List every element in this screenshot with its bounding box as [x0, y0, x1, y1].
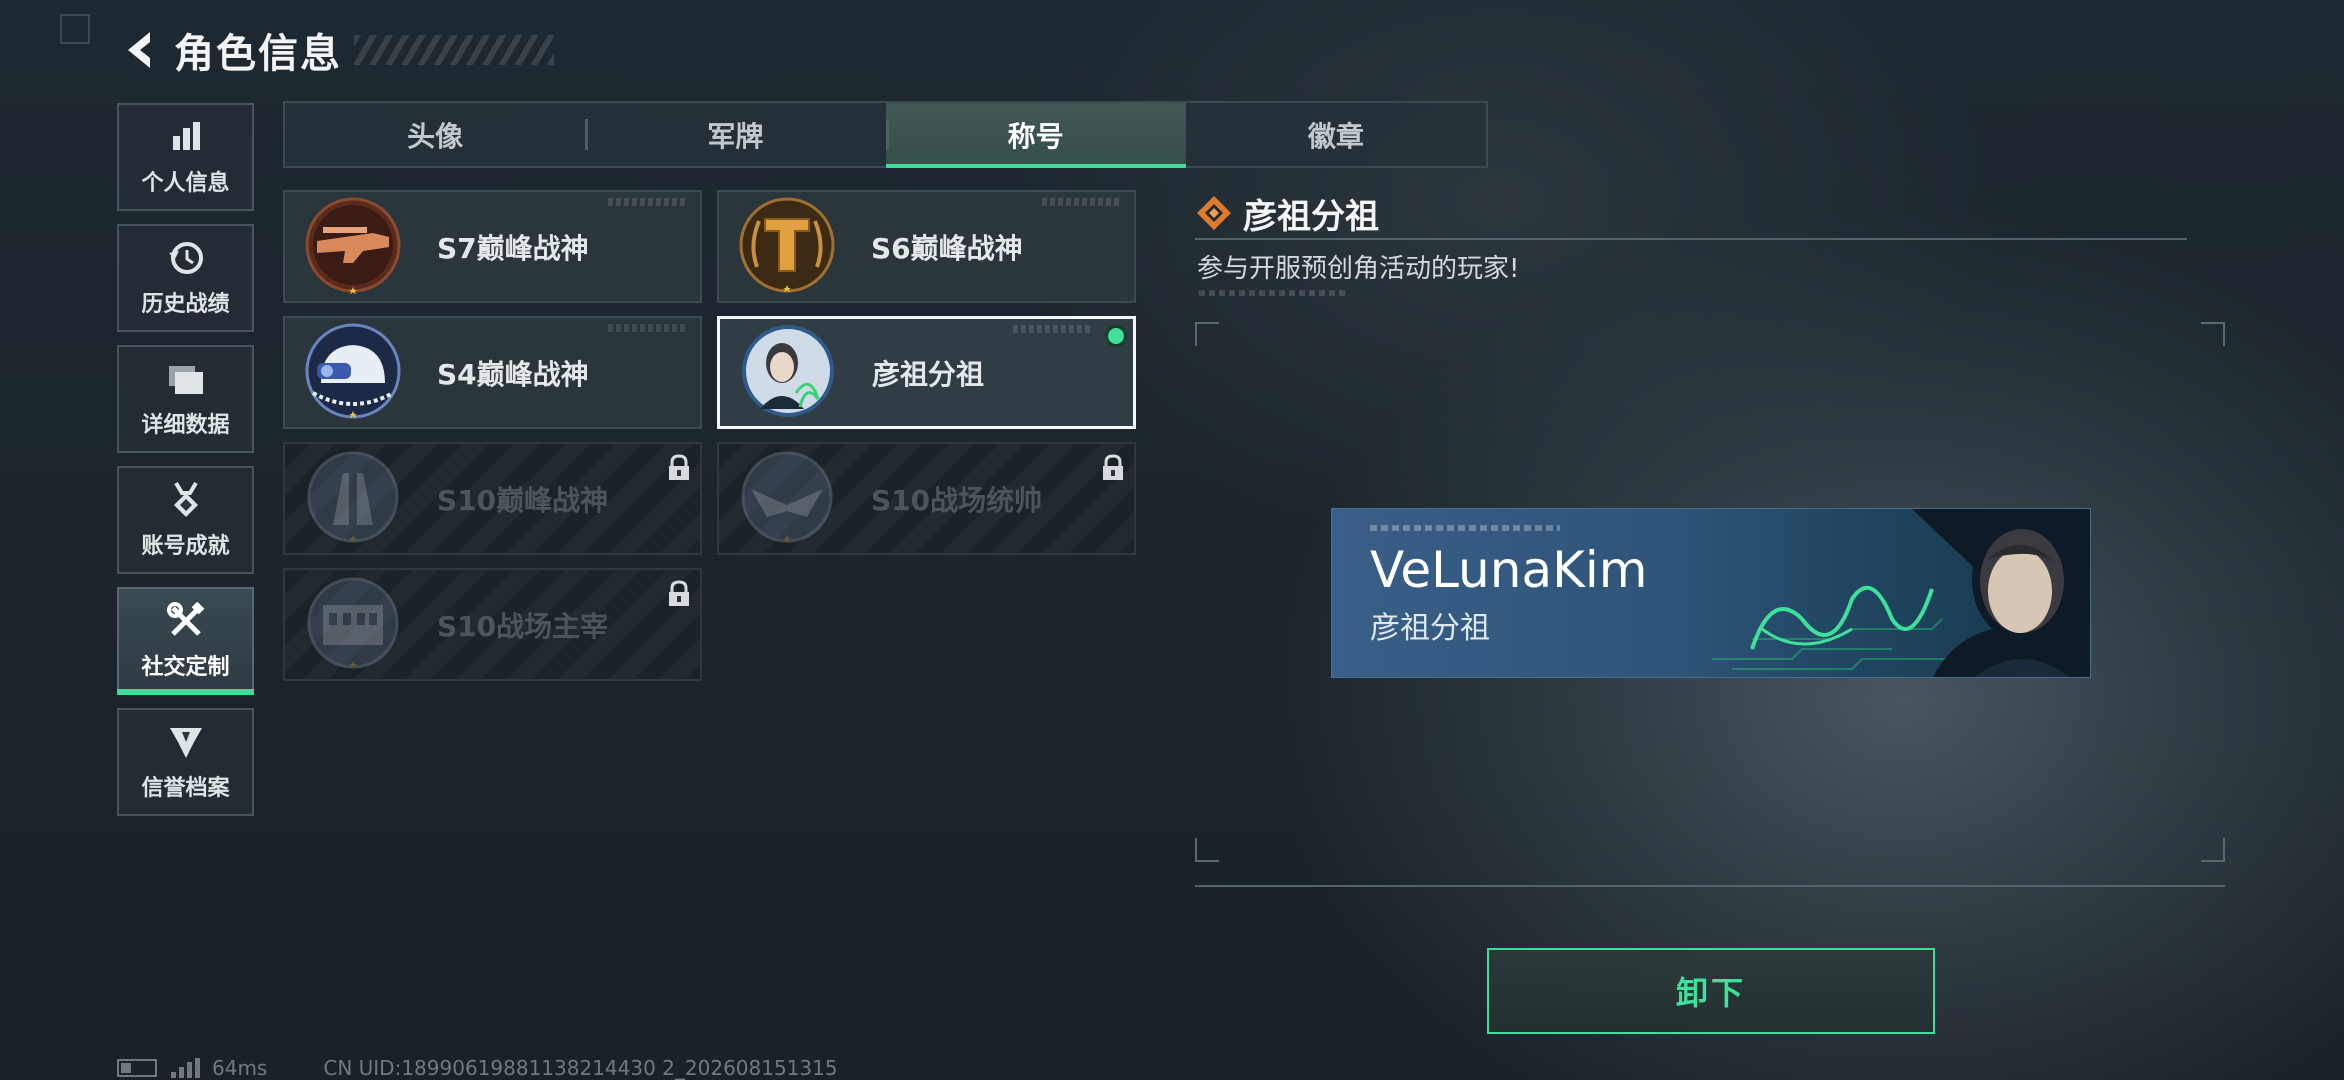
shield-emblem-icon	[166, 722, 206, 762]
title-card-name: S10战场主宰	[437, 609, 609, 643]
signal-icon	[171, 1058, 200, 1078]
title-card-name: S10战场统帅	[871, 483, 1043, 517]
unequip-button[interactable]: 卸下	[1487, 948, 1935, 1034]
sidebar-item-label: 社交定制	[141, 655, 230, 680]
lock-icon	[1103, 454, 1123, 480]
sidebar-item-label: 账号成就	[141, 534, 230, 559]
detail-panel: 彦祖分祖 参与开服预创角活动的玩家!	[1195, 190, 2225, 296]
detail-decoration	[1199, 290, 1349, 296]
gold-t-emblem-icon	[737, 197, 837, 297]
eagle-emblem-icon	[737, 449, 837, 549]
divider	[1195, 885, 2225, 887]
card-decoration	[608, 198, 688, 206]
corner-decoration	[60, 14, 90, 44]
title-card-name: 彦祖分祖	[872, 357, 985, 391]
title-card-name: S7巅峰战神	[437, 231, 589, 265]
sidebar-item-reputation[interactable]: 信誉档案	[117, 708, 254, 816]
title-decoration	[354, 35, 554, 65]
portrait-emblem-icon	[738, 323, 838, 423]
sidebar-item-detailed-data[interactable]: 详细数据	[117, 345, 254, 453]
helmet-emblem-icon	[303, 323, 403, 423]
history-clock-icon	[166, 238, 206, 278]
title-card[interactable]: S4巅峰战神	[283, 316, 702, 429]
tab-bar: 头像 军牌 称号 徽章	[283, 101, 1488, 168]
tab-badge[interactable]: 徽章	[1186, 103, 1486, 166]
back-button[interactable]	[116, 26, 164, 74]
title-card-name: S6巅峰战神	[871, 231, 1023, 265]
banner-title-text: 彦祖分祖	[1370, 611, 1490, 646]
ping-value: 64ms	[212, 1056, 268, 1080]
title-card-locked[interactable]: S10巅峰战神	[283, 442, 702, 555]
title-card-name: S4巅峰战神	[437, 357, 589, 391]
tab-dogtag[interactable]: 军牌	[585, 103, 885, 166]
title-card-locked[interactable]: S10战场主宰	[283, 568, 702, 681]
lock-icon	[669, 454, 689, 480]
sidebar-item-label: 个人信息	[141, 171, 230, 196]
folders-icon	[166, 359, 206, 399]
divider	[1195, 238, 2187, 240]
medal-icon	[166, 480, 206, 520]
bar-chart-icon	[166, 117, 206, 157]
title-card[interactable]: S7巅峰战神	[283, 190, 702, 303]
sidebar-item-achievements[interactable]: 账号成就	[117, 466, 254, 574]
tower-emblem-icon	[303, 449, 403, 549]
equipped-indicator	[1105, 325, 1127, 347]
status-bar: 64ms CN UID:18990619881138214430 2_20260…	[117, 1056, 838, 1080]
back-arrow-icon	[128, 32, 150, 68]
card-decoration	[1013, 325, 1093, 333]
title-card-locked[interactable]: S10战场统帅	[717, 442, 1136, 555]
sidebar-item-personal-info[interactable]: 个人信息	[117, 103, 254, 211]
sidebar-item-label: 详细数据	[141, 413, 230, 438]
banner-player-name: VeLunaKim	[1370, 541, 1648, 599]
banner-decoration	[1370, 525, 1560, 531]
title-card[interactable]: S6巅峰战神	[717, 190, 1136, 303]
rifle-emblem-icon	[303, 197, 403, 297]
page-header: 角色信息	[116, 22, 554, 78]
page-title: 角色信息	[174, 31, 342, 77]
sidebar-item-label: 信誉档案	[141, 776, 230, 801]
unequip-button-label: 卸下	[1675, 974, 1746, 1012]
sidebar-item-history[interactable]: 历史战绩	[117, 224, 254, 332]
card-decoration	[608, 324, 688, 332]
battery-icon	[117, 1059, 157, 1077]
sidebar-item-label: 历史战绩	[141, 292, 230, 317]
title-card-name: S10巅峰战神	[437, 483, 609, 517]
title-card-selected[interactable]: 彦祖分祖	[717, 316, 1136, 429]
diamond-badge-icon	[1197, 196, 1231, 230]
uid-text: CN UID:18990619881138214430 2_2026081513…	[323, 1056, 838, 1080]
colosseum-emblem-icon	[303, 575, 403, 675]
sidebar-item-social-customization[interactable]: 社交定制	[117, 587, 254, 695]
detail-description: 参与开服预创角活动的玩家!	[1197, 254, 1520, 284]
lock-icon	[669, 580, 689, 606]
wrench-screwdriver-icon	[166, 601, 206, 641]
sidebar: 个人信息 历史战绩 详细数据 账号成就 社交定制 信誉档案	[117, 103, 254, 829]
tab-avatar[interactable]: 头像	[285, 103, 585, 166]
tab-title[interactable]: 称号	[885, 103, 1187, 168]
title-banner-preview: VeLunaKim 彦祖分祖	[1331, 508, 2091, 678]
card-decoration	[1042, 198, 1122, 206]
detail-title: 彦祖分祖	[1243, 196, 1379, 237]
